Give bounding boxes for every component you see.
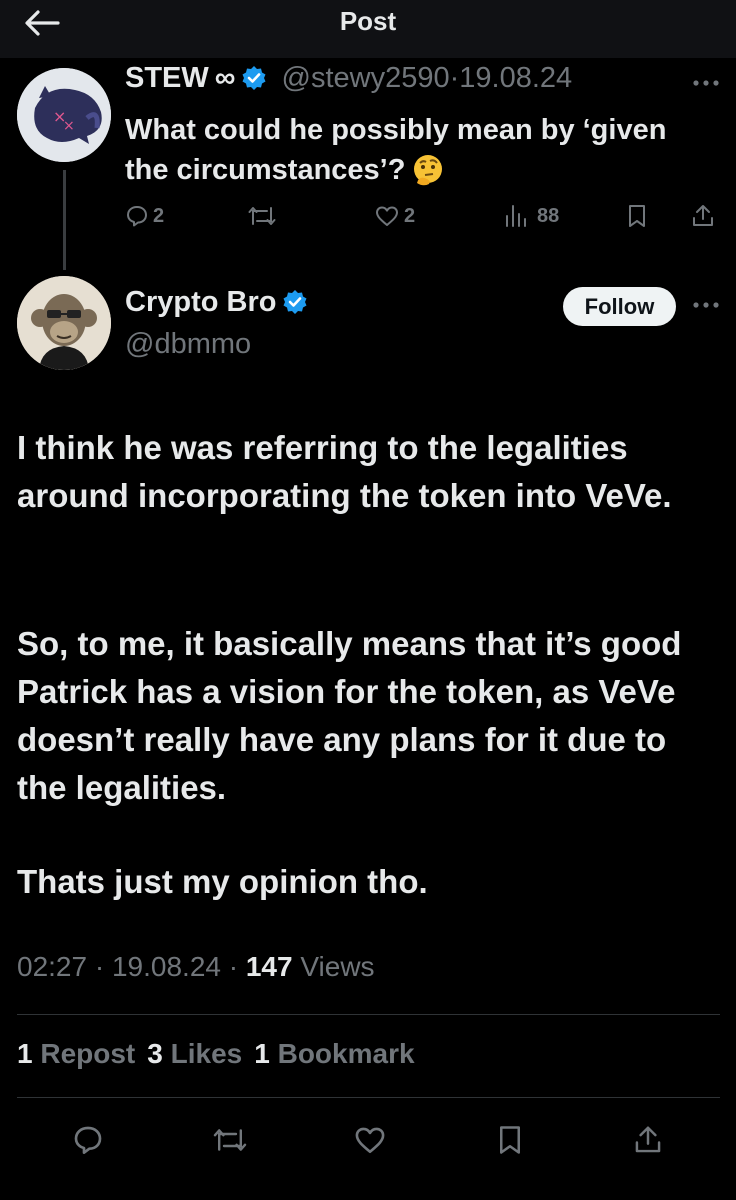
reply-bubble-icon	[74, 1126, 102, 1154]
page-title: Post	[339, 6, 397, 36]
views-chart-icon	[506, 205, 526, 227]
bookmarks-label: Bookmark	[277, 1038, 415, 1069]
reply-count: 2	[153, 204, 165, 227]
like-button[interactable]: 2	[374, 196, 415, 236]
post-author-name-text: Crypto Bro	[125, 286, 277, 318]
reposts-stat[interactable]: 1 Repost	[17, 1038, 135, 1069]
post-body-paragraph: So, to me, it basically means that it’s …	[17, 625, 682, 806]
reply-author-name[interactable]: STEW	[125, 62, 209, 94]
reply-text-content: What could he possibly mean by ‘given th…	[125, 114, 667, 186]
likes-count: 3	[147, 1038, 163, 1069]
top-bar: Post	[0, 0, 736, 58]
post-action-bar	[0, 1118, 736, 1162]
reply-button[interactable]	[68, 1118, 108, 1162]
share-button[interactable]	[628, 1118, 668, 1162]
reply-header: STEW ∞ @stewy2590·19.08.24	[125, 62, 572, 102]
post-time[interactable]: 02:27	[17, 951, 87, 982]
views-count: 88	[537, 204, 560, 227]
separator: ·	[449, 62, 460, 94]
reply-author-suffix: ∞	[214, 62, 236, 94]
reply-handle[interactable]: @stewy2590	[282, 62, 450, 94]
heart-icon	[355, 1127, 385, 1154]
views-button[interactable]: 88	[503, 196, 559, 236]
share-button[interactable]	[690, 196, 716, 236]
verified-badge-icon	[242, 66, 266, 90]
avatar[interactable]: × ×	[17, 68, 111, 162]
views-label: Views	[300, 951, 375, 982]
separator: ·	[94, 951, 105, 982]
likes-label: Likes	[170, 1038, 243, 1069]
bookmark-button[interactable]	[490, 1118, 530, 1162]
reposts-count: 1	[17, 1038, 33, 1069]
reply-button[interactable]: 2	[125, 196, 164, 236]
post-stats: 1 Repost 3 Likes 1 Bookmark	[17, 1038, 427, 1070]
thread-line	[63, 170, 66, 270]
like-count: 2	[404, 204, 416, 227]
post-date[interactable]: 19.08.24	[112, 951, 221, 982]
bookmarks-count: 1	[254, 1038, 270, 1069]
reply-date[interactable]: 19.08.24	[459, 62, 572, 94]
post-body-paragraph: I think he was referring to the legaliti…	[17, 429, 672, 514]
repost-button[interactable]	[210, 1118, 250, 1162]
more-options-icon[interactable]	[692, 78, 720, 88]
post-meta: 02:27 · 19.08.24 · 147 Views	[17, 951, 375, 983]
follow-button[interactable]: Follow	[563, 287, 676, 326]
avatar-image	[17, 276, 111, 370]
thinking-face-emoji-icon	[414, 155, 443, 186]
avatar-image: × ×	[17, 68, 111, 162]
post-handle[interactable]: @dbmmo	[125, 328, 251, 361]
reply-bubble-icon	[127, 206, 147, 227]
bookmark-icon	[500, 1126, 520, 1154]
avatar[interactable]	[17, 276, 111, 370]
share-icon	[693, 205, 713, 226]
reply-text: What could he possibly mean by ‘given th…	[125, 110, 685, 190]
likes-stat[interactable]: 3 Likes	[147, 1038, 242, 1069]
bookmarks-stat[interactable]: 1 Bookmark	[254, 1038, 414, 1069]
repost-button[interactable]	[247, 196, 281, 236]
repost-icon	[248, 207, 276, 225]
bookmark-icon	[629, 205, 645, 227]
bookmark-button[interactable]	[625, 196, 649, 236]
reposts-label: Repost	[40, 1038, 136, 1069]
views-count: 147	[245, 951, 293, 982]
divider	[17, 1097, 720, 1098]
svg-text:×: ×	[63, 118, 75, 134]
heart-icon	[376, 206, 398, 226]
separator: ·	[228, 951, 239, 982]
post-body-paragraph: Thats just my opinion tho.	[17, 863, 428, 900]
more-options-icon[interactable]	[692, 300, 720, 310]
verified-badge-icon	[283, 290, 307, 314]
divider	[17, 1014, 720, 1015]
like-button[interactable]	[350, 1118, 390, 1162]
share-icon	[635, 1126, 661, 1153]
repost-icon	[213, 1129, 247, 1151]
reply-actions: 2 2 88	[125, 196, 725, 236]
post-author-name[interactable]: Crypto Bro	[125, 286, 308, 319]
